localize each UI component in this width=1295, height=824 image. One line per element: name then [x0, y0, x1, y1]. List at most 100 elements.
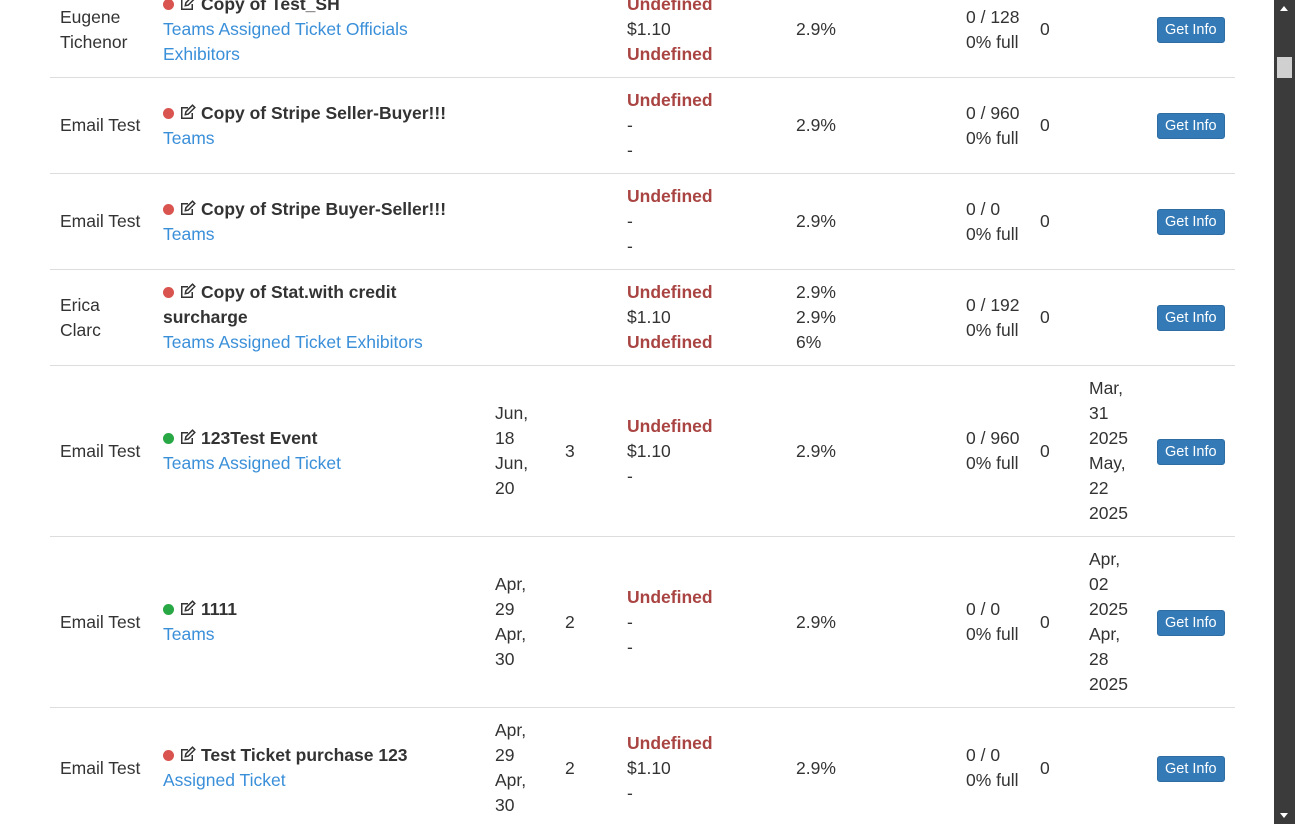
- event-dates-cell: Apr, 29 Apr, 30: [485, 536, 555, 708]
- price-line: -: [627, 140, 633, 160]
- scroll-down-button[interactable]: [1274, 807, 1295, 824]
- edit-icon[interactable]: [179, 281, 197, 298]
- table-row: Eugene Tichenor Copy of Test_SH Teams Ass…: [50, 0, 1235, 78]
- sold-count: 0: [1040, 757, 1050, 778]
- event-tags-link[interactable]: Assigned Ticket: [163, 768, 475, 793]
- scrollbar-background: [1274, 0, 1295, 824]
- sale-dates-cell: [1079, 77, 1147, 174]
- capacity-line: 0 / 960: [966, 428, 1020, 448]
- event-date-line: 29: [495, 599, 515, 619]
- price-cell: Undefined $1.10 -: [617, 365, 786, 537]
- get-info-button[interactable]: Get Info: [1157, 209, 1225, 235]
- price-line: Undefined: [627, 732, 713, 753]
- table-row: Email Test 1111 Teams Apr, 29 Apr, 30 2 Undef…: [50, 536, 1235, 708]
- sold-cell: 0: [1030, 707, 1079, 824]
- owner-name-line: Email Test: [60, 115, 141, 135]
- event-date-line: Jun,: [495, 453, 529, 473]
- capacity-line: 0 / 0: [966, 198, 1001, 219]
- fee-line: 2.9%: [796, 440, 836, 461]
- get-info-button[interactable]: Get Info: [1157, 609, 1225, 636]
- action-cell: Get Info: [1147, 269, 1235, 366]
- edit-icon[interactable]: [179, 744, 197, 761]
- price-line: $1.10: [627, 440, 671, 461]
- fee-cell: 2.9% 2.9% 6%: [786, 269, 956, 366]
- event-tags-link[interactable]: Teams Assigned Ticket: [163, 451, 475, 476]
- price-line: $1.10: [627, 757, 671, 778]
- capacity-cell: 0 / 0 0% full: [956, 536, 1030, 708]
- event-date-line: 20: [495, 478, 515, 498]
- days-cell: 3: [555, 365, 617, 537]
- scroll-up-button[interactable]: [1274, 0, 1295, 17]
- event-date-line: Apr,: [495, 720, 527, 740]
- table-row: Email Test Test Ticket purchase 123 Assi…: [50, 707, 1235, 824]
- action-cell: Get Info: [1147, 77, 1235, 174]
- table-row: Erica Clarc Copy of Stat.with credit surc…: [50, 269, 1235, 366]
- event-dates-cell: [485, 173, 555, 270]
- fee-cell: 2.9%: [786, 173, 956, 270]
- status-dot-icon: [163, 750, 174, 761]
- fee-line: 2.9%: [796, 307, 836, 327]
- get-info-button[interactable]: Get Info: [1157, 305, 1225, 331]
- edit-icon[interactable]: [179, 198, 197, 215]
- edit-icon[interactable]: [179, 0, 197, 10]
- event-tags-link[interactable]: Teams: [163, 622, 475, 647]
- capacity-line: 0 / 960: [966, 102, 1020, 123]
- get-info-button[interactable]: Get Info: [1157, 17, 1225, 43]
- sold-cell: 0: [1030, 365, 1079, 537]
- event-cell: Copy of Stat.with credit surcharge Teams…: [153, 269, 485, 366]
- days-cell: 2: [555, 707, 617, 824]
- action-cell: Get Info: [1147, 0, 1235, 78]
- sale-dates-cell: Mar, 31 2025 May, 22 2025: [1079, 365, 1147, 537]
- capacity-line: 0% full: [966, 127, 1019, 148]
- days-cell: [555, 0, 617, 78]
- event-title: Copy of Stripe Buyer-Seller!!!: [201, 198, 447, 219]
- get-info-button[interactable]: Get Info: [1157, 755, 1225, 782]
- owner-cell: Eugene Tichenor: [50, 0, 153, 78]
- fee-line: 2.9%: [796, 115, 836, 135]
- owner-name-line: Tichenor: [60, 31, 128, 52]
- edit-icon[interactable]: [179, 427, 197, 444]
- price-line: Undefined: [627, 90, 713, 110]
- days-count: 3: [565, 440, 575, 461]
- scrollbar-thumb[interactable]: [1277, 57, 1292, 78]
- price-line: $1.10: [627, 19, 671, 39]
- capacity-line: 0% full: [966, 770, 1019, 790]
- price-cell: Undefined - -: [617, 536, 786, 708]
- vertical-scrollbar[interactable]: [1274, 0, 1295, 824]
- event-title: Copy of Test_SH: [201, 0, 340, 14]
- fee-cell: 2.9%: [786, 365, 956, 537]
- event-tags-link[interactable]: Teams: [163, 222, 475, 247]
- price-line: -: [627, 611, 633, 632]
- event-cell: 123Test Event Teams Assigned Ticket: [153, 365, 485, 537]
- price-line: Undefined: [627, 186, 713, 206]
- event-tags-link[interactable]: Exhibitors: [163, 42, 475, 67]
- get-info-button[interactable]: Get Info: [1157, 438, 1225, 465]
- sale-dates-cell: [1079, 269, 1147, 366]
- sale-date-line: 2025: [1089, 674, 1128, 694]
- fee-cell: 2.9%: [786, 0, 956, 78]
- edit-icon[interactable]: [179, 102, 197, 119]
- capacity-line: 0% full: [966, 319, 1019, 340]
- sold-cell: 0: [1030, 536, 1079, 708]
- get-info-button[interactable]: Get Info: [1157, 113, 1225, 139]
- capacity-cell: 0 / 0 0% full: [956, 173, 1030, 270]
- status-dot-icon: [163, 0, 174, 10]
- event-title: Copy of Stat.with credit surcharge: [163, 282, 397, 327]
- price-line: -: [627, 115, 633, 135]
- sale-dates-cell: [1079, 707, 1147, 824]
- fee-line: 6%: [796, 332, 822, 352]
- sale-date-line: 22: [1089, 478, 1109, 498]
- event-tags-link[interactable]: Teams Assigned Ticket Officials: [163, 17, 475, 42]
- price-line: -: [627, 782, 633, 803]
- sold-cell: 0: [1030, 269, 1079, 366]
- capacity-line: 0 / 192: [966, 294, 1020, 315]
- fee-cell: 2.9%: [786, 707, 956, 824]
- event-tags-link[interactable]: Teams Assigned Ticket Exhibitors: [163, 330, 475, 355]
- capacity-line: 0 / 128: [966, 6, 1020, 27]
- owner-cell: Email Test: [50, 707, 153, 824]
- days-cell: 2: [555, 536, 617, 708]
- edit-icon[interactable]: [179, 598, 197, 615]
- owner-cell: Email Test: [50, 173, 153, 270]
- event-tags-link[interactable]: Teams: [163, 126, 475, 151]
- price-line: -: [627, 211, 633, 231]
